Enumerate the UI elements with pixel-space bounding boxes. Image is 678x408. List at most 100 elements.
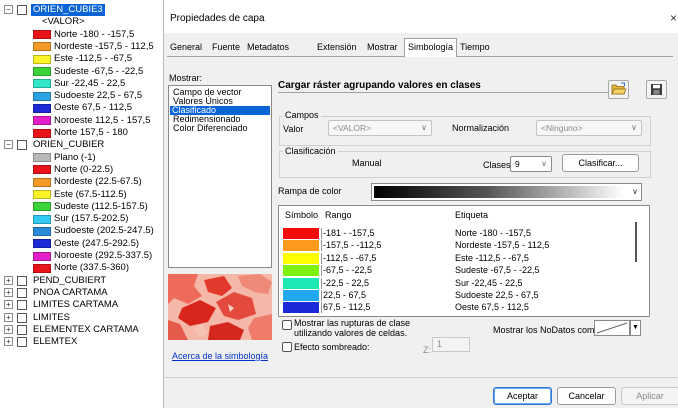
class-label-cell[interactable]: Norte -180 - -157,5	[455, 228, 531, 239]
toc-class-item[interactable]: Nordeste (22.5-67.5)	[0, 176, 164, 188]
toc-class-item[interactable]: Sudeste (112.5-157.5)	[0, 201, 164, 213]
toc-layer-name[interactable]: PEND_CUBIERT	[33, 275, 106, 287]
class-color-swatch[interactable]	[33, 263, 51, 273]
toc-layer-row[interactable]: + LIMITES CARTAMA	[0, 299, 164, 311]
toc-class-item[interactable]: Plano (-1)	[0, 152, 164, 164]
layer-visibility-checkbox[interactable]	[17, 287, 27, 298]
toc-layer-name[interactable]: ORIEN_CUBIER	[33, 139, 104, 151]
expand-icon[interactable]: +	[4, 324, 13, 334]
class-color-swatch[interactable]	[33, 251, 51, 261]
class-color-swatch[interactable]	[33, 239, 51, 249]
class-color-swatch[interactable]	[33, 128, 51, 138]
nodata-dropdown-icon[interactable]: ▼	[630, 320, 641, 336]
class-range-cell[interactable]: 67,5 - 112,5	[321, 302, 370, 314]
table-row[interactable]: -157,5 - -112,5 Nordeste -157,5 - 112,5	[279, 240, 639, 252]
z-factor-input[interactable]: 1	[432, 337, 470, 352]
show-type-list[interactable]: Campo de vector Valores Únicos Clasifica…	[168, 85, 272, 268]
class-label-cell[interactable]: Oeste 67,5 - 112,5	[455, 302, 529, 313]
class-range-cell[interactable]: -22,5 - 22,5	[321, 277, 369, 289]
class-color-swatch[interactable]	[33, 91, 51, 101]
toc-layer-row[interactable]: − ORIEN_CUBIE3	[0, 4, 164, 16]
accept-button[interactable]: Aceptar	[493, 387, 552, 405]
class-range-cell[interactable]: -181 - -157,5	[321, 228, 375, 239]
class-color-swatch[interactable]	[33, 190, 51, 199]
classes-count-combo[interactable]: 9 ∨	[510, 156, 552, 172]
classes-table[interactable]: Símbolo Rango Etiqueta -181 - -157,5 Nort…	[278, 205, 650, 317]
layer-visibility-checkbox[interactable]	[17, 337, 27, 348]
toc-layer-row[interactable]: + ELEMENTEX CARTAMA	[0, 324, 164, 336]
toc-class-item[interactable]: Noroeste (292.5-337.5)	[0, 250, 164, 262]
tab-fuente[interactable]: Fuente	[212, 40, 240, 56]
cancel-button[interactable]: Cancelar	[557, 387, 616, 405]
nodata-color-swatch[interactable]	[594, 320, 630, 336]
tab-extension[interactable]: Extensión	[317, 40, 357, 56]
value-field-combo[interactable]: <VALOR> ∨	[328, 120, 432, 136]
class-symbol-swatch[interactable]	[283, 228, 319, 239]
class-label-cell[interactable]: Sudoeste 22,5 - 67,5	[455, 290, 539, 301]
color-ramp-combo[interactable]: ∨	[371, 183, 642, 201]
class-color-swatch[interactable]	[33, 153, 51, 163]
toc-layer-row[interactable]: − ORIEN_CUBIER	[0, 139, 164, 151]
class-range-cell[interactable]: -67,5 - -22,5	[321, 265, 372, 277]
toc-layer-name[interactable]: ELEMENTEX CARTAMA	[33, 324, 139, 336]
column-header-range[interactable]: Rango	[325, 210, 352, 220]
show-breaks-checkbox[interactable]	[282, 320, 292, 330]
table-row[interactable]: -67,5 - -22,5 Sudeste -67,5 - -22,5	[279, 265, 639, 277]
toc-class-item[interactable]: Oeste 67,5 - 112,5	[0, 102, 164, 114]
expand-icon[interactable]: +	[4, 287, 13, 297]
class-label-cell[interactable]: Sudeste -67,5 - -22,5	[455, 265, 540, 276]
class-color-swatch[interactable]	[33, 54, 51, 64]
tab-general[interactable]: General	[170, 40, 202, 56]
class-color-swatch[interactable]	[33, 177, 51, 187]
toc-layer-name[interactable]: LIMITES CARTAMA	[33, 299, 118, 311]
class-symbol-swatch[interactable]	[283, 302, 319, 314]
toc-class-item[interactable]: Sudoeste (202.5-247.5)	[0, 225, 164, 237]
class-range-cell[interactable]: 22,5 - 67,5	[321, 290, 366, 301]
toc-class-item[interactable]: Sudeste -67,5 - -22,5	[0, 66, 164, 78]
about-symbology-link[interactable]: Acerca de la simbología	[172, 351, 268, 361]
class-color-swatch[interactable]	[33, 79, 51, 89]
toc-layer-row[interactable]: + PEND_CUBIERT	[0, 275, 164, 287]
toc-layer-name[interactable]: LIMITES	[33, 312, 70, 324]
class-color-swatch[interactable]	[33, 226, 51, 236]
toc-layer-row[interactable]: + ELEMTEX	[0, 336, 164, 348]
table-row[interactable]: -112,5 - -67,5 Este -112,5 - -67,5	[279, 252, 639, 265]
layer-visibility-checkbox[interactable]	[17, 324, 27, 335]
class-label-cell[interactable]: Este -112,5 - -67,5	[455, 253, 529, 264]
toc-layer-row[interactable]: + PNOA CARTAMA	[0, 287, 164, 299]
toc-layer-name[interactable]: ELEMTEX	[33, 336, 77, 348]
toc-layer-name[interactable]: PNOA CARTAMA	[33, 287, 108, 299]
apply-button[interactable]: Aplicar	[621, 387, 678, 405]
toc-class-item[interactable]: Norte 157,5 - 180	[0, 127, 164, 139]
class-symbol-swatch[interactable]	[283, 252, 319, 264]
table-row[interactable]: 67,5 - 112,5 Oeste 67,5 - 112,5	[279, 302, 639, 314]
toc-class-item[interactable]: Este (67.5-112.5)	[0, 189, 164, 201]
class-color-swatch[interactable]	[33, 67, 51, 76]
toc-class-item[interactable]: Norte (337.5-360)	[0, 262, 164, 274]
class-symbol-swatch[interactable]	[283, 265, 319, 277]
open-layer-file-button[interactable]	[608, 80, 629, 99]
toc-layer-row[interactable]: + LIMITES	[0, 312, 164, 324]
collapse-icon[interactable]: −	[4, 5, 13, 14]
expand-icon[interactable]: +	[4, 337, 13, 347]
toc-class-item[interactable]: Nordeste -157,5 - 112,5	[0, 41, 164, 53]
class-range-cell[interactable]: -112,5 - -67,5	[321, 252, 376, 264]
class-color-swatch[interactable]	[33, 103, 51, 113]
class-symbol-swatch[interactable]	[283, 290, 319, 301]
class-label-cell[interactable]: Sur -22,45 - 22,5	[455, 278, 523, 289]
table-row[interactable]: 22,5 - 67,5 Sudoeste 22,5 - 67,5	[279, 290, 639, 302]
table-scrollbar-thumb[interactable]	[635, 222, 637, 262]
class-color-swatch[interactable]	[33, 42, 51, 52]
tab-tiempo[interactable]: Tiempo	[460, 40, 490, 56]
table-row[interactable]: -22,5 - 22,5 Sur -22,45 - 22,5	[279, 277, 639, 290]
tab-simbologia[interactable]: Simbología	[404, 38, 458, 57]
class-color-swatch[interactable]	[33, 165, 51, 175]
column-header-label[interactable]: Etiqueta	[455, 210, 488, 220]
toc-class-item[interactable]: Norte -180 - -157,5	[0, 29, 164, 41]
toc-class-item[interactable]: Norte (0-22.5)	[0, 164, 164, 176]
layer-visibility-checkbox[interactable]	[17, 300, 27, 311]
toc-class-item[interactable]: Este -112,5 - -67,5	[0, 53, 164, 65]
class-color-swatch[interactable]	[33, 116, 51, 126]
layer-visibility-checkbox[interactable]	[17, 275, 27, 286]
class-range-cell[interactable]: -157,5 - -112,5	[321, 240, 381, 252]
